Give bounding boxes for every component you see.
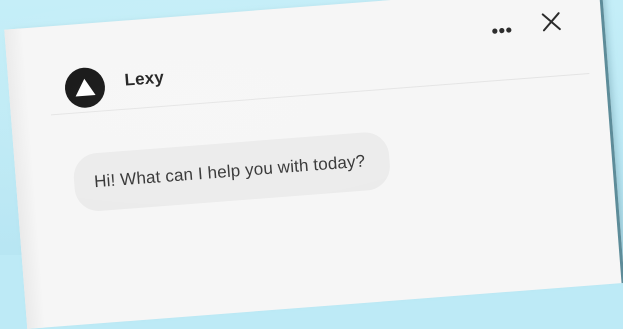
chat-window-stage: Lexy Hi! What can I help you with today?	[0, 0, 623, 329]
bot-message-bubble: Hi! What can I help you with today?	[72, 130, 392, 213]
more-horizontal-icon	[492, 27, 512, 34]
more-options-button[interactable]	[487, 21, 516, 41]
chat-window-edge	[4, 28, 46, 329]
close-button[interactable]	[538, 9, 564, 35]
bot-name: Lexy	[123, 67, 165, 90]
bot-avatar	[63, 66, 107, 110]
message-list: Hi! What can I help you with today?	[52, 83, 606, 324]
triangle-logo-icon	[75, 78, 96, 97]
close-icon	[541, 12, 561, 32]
chat-window: Lexy Hi! What can I help you with today?	[4, 0, 623, 329]
